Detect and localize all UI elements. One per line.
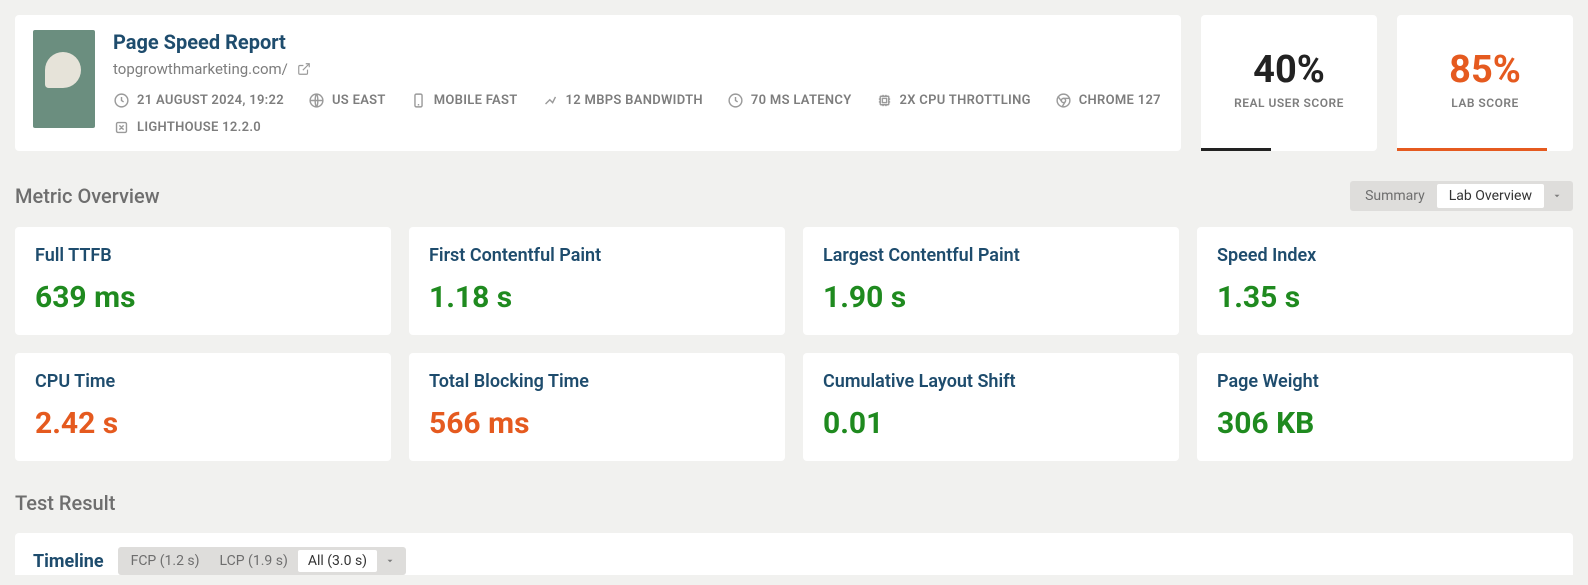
external-link-icon[interactable] — [296, 61, 313, 78]
metric-value: 306 KB — [1217, 406, 1553, 441]
caret-down-icon — [385, 556, 395, 566]
report-title: Page Speed Report — [113, 30, 1163, 54]
metric-value: 1.90 s — [823, 280, 1159, 315]
metric-card-lcp[interactable]: Largest Contentful Paint 1.90 s — [803, 227, 1179, 335]
metrics-grid: Full TTFB 639 ms First Contentful Paint … — [15, 227, 1573, 461]
badge-cpu: 2X CPU THROTTLING — [876, 92, 1031, 109]
report-header-card: Page Speed Report topgrowthmarketing.com… — [15, 15, 1181, 151]
lab-score-card[interactable]: 85% LAB SCORE — [1397, 15, 1573, 151]
badge-lighthouse: LIGHTHOUSE 12.2.0 — [113, 119, 261, 136]
metric-card-full-ttfb[interactable]: Full TTFB 639 ms — [15, 227, 391, 335]
real-user-score-label: REAL USER SCORE — [1234, 96, 1344, 110]
metric-label: First Contentful Paint — [429, 245, 765, 266]
report-info: Page Speed Report topgrowthmarketing.com… — [113, 30, 1163, 136]
metric-label: Largest Contentful Paint — [823, 245, 1159, 266]
toggle-summary[interactable]: Summary — [1353, 184, 1437, 208]
metric-card-cpu-time[interactable]: CPU Time 2.42 s — [15, 353, 391, 461]
globe-icon — [308, 92, 325, 109]
mobile-icon — [410, 92, 427, 109]
site-thumbnail — [33, 30, 95, 128]
metric-card-tbt[interactable]: Total Blocking Time 566 ms — [409, 353, 785, 461]
timeline-label: Timeline — [33, 551, 104, 572]
metric-card-fcp[interactable]: First Contentful Paint 1.18 s — [409, 227, 785, 335]
test-result-title: Test Result — [15, 491, 1573, 515]
metric-value: 566 ms — [429, 406, 765, 441]
toggle-lab-overview[interactable]: Lab Overview — [1437, 184, 1544, 208]
metric-label: Full TTFB — [35, 245, 371, 266]
real-user-score-value: 40% — [1253, 48, 1325, 92]
timeline-tab-fcp[interactable]: FCP (1.2 s) — [121, 550, 210, 572]
clock-icon — [113, 92, 130, 109]
metric-label: Cumulative Layout Shift — [823, 371, 1159, 392]
badge-latency: 70 MS LATENCY — [727, 92, 852, 109]
timeline-tab-all[interactable]: All (3.0 s) — [298, 550, 377, 572]
metric-value: 1.18 s — [429, 280, 765, 315]
metric-label: Total Blocking Time — [429, 371, 765, 392]
lab-score-label: LAB SCORE — [1451, 96, 1519, 110]
test-result-card: Timeline FCP (1.2 s) LCP (1.9 s) All (3.… — [15, 533, 1573, 575]
badge-browser: CHROME 127 — [1055, 92, 1161, 109]
report-url: topgrowthmarketing.com/ — [113, 60, 288, 78]
metric-label: CPU Time — [35, 371, 371, 392]
metric-card-cls[interactable]: Cumulative Layout Shift 0.01 — [803, 353, 1179, 461]
metric-value: 0.01 — [823, 406, 1159, 441]
timeline-tab-lcp[interactable]: LCP (1.9 s) — [210, 550, 298, 572]
metric-value: 1.35 s — [1217, 280, 1553, 315]
badge-bandwidth: 12 MBPS BANDWIDTH — [542, 92, 703, 109]
lab-score-value: 85% — [1449, 48, 1521, 92]
cpu-icon — [876, 92, 893, 109]
lighthouse-icon — [113, 119, 130, 136]
bandwidth-icon — [542, 92, 559, 109]
metric-value: 639 ms — [35, 280, 371, 315]
metric-overview-title: Metric Overview — [15, 184, 160, 208]
caret-down-icon — [1552, 191, 1562, 201]
timeline-tab-group: FCP (1.2 s) LCP (1.9 s) All (3.0 s) — [118, 547, 406, 575]
badge-device: MOBILE FAST — [410, 92, 518, 109]
metric-card-speed-index[interactable]: Speed Index 1.35 s — [1197, 227, 1573, 335]
metric-card-page-weight[interactable]: Page Weight 306 KB — [1197, 353, 1573, 461]
metric-value: 2.42 s — [35, 406, 371, 441]
badge-region: US EAST — [308, 92, 386, 109]
timeline-dropdown-caret[interactable] — [377, 556, 403, 566]
toggle-dropdown-caret[interactable] — [1544, 191, 1570, 201]
chrome-icon — [1055, 92, 1072, 109]
real-user-score-card[interactable]: 40% REAL USER SCORE — [1201, 15, 1377, 151]
overview-toggle-group: Summary Lab Overview — [1350, 181, 1573, 211]
badge-timestamp: 21 AUGUST 2024, 19:22 — [113, 92, 284, 109]
metric-label: Speed Index — [1217, 245, 1553, 266]
metric-label: Page Weight — [1217, 371, 1553, 392]
latency-icon — [727, 92, 744, 109]
